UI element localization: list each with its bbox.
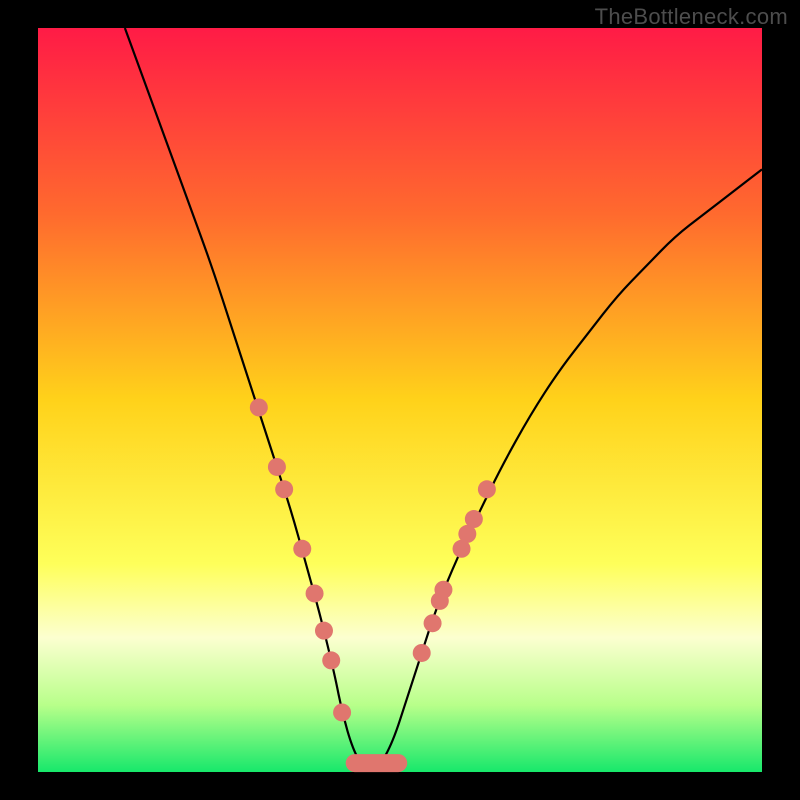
left-branch-dots-point xyxy=(306,584,324,602)
left-branch-dots-point xyxy=(315,622,333,640)
left-branch-dots-point xyxy=(268,458,286,476)
valley-bar xyxy=(346,754,408,772)
right-branch-dots-point xyxy=(413,644,431,662)
left-branch-dots-point xyxy=(275,480,293,498)
left-branch-dots-point xyxy=(250,398,268,416)
gradient-background xyxy=(38,28,762,772)
right-branch-dots-point xyxy=(434,581,452,599)
left-branch-dots-point xyxy=(322,651,340,669)
left-branch-dots-point xyxy=(293,540,311,558)
bottleneck-chart xyxy=(0,0,800,800)
right-branch-dots-point xyxy=(465,510,483,528)
right-branch-dots-point xyxy=(424,614,442,632)
right-branch-dots-point xyxy=(478,480,496,498)
left-branch-dots-point xyxy=(333,703,351,721)
watermark-text: TheBottleneck.com xyxy=(595,4,788,30)
chart-container: TheBottleneck.com xyxy=(0,0,800,800)
